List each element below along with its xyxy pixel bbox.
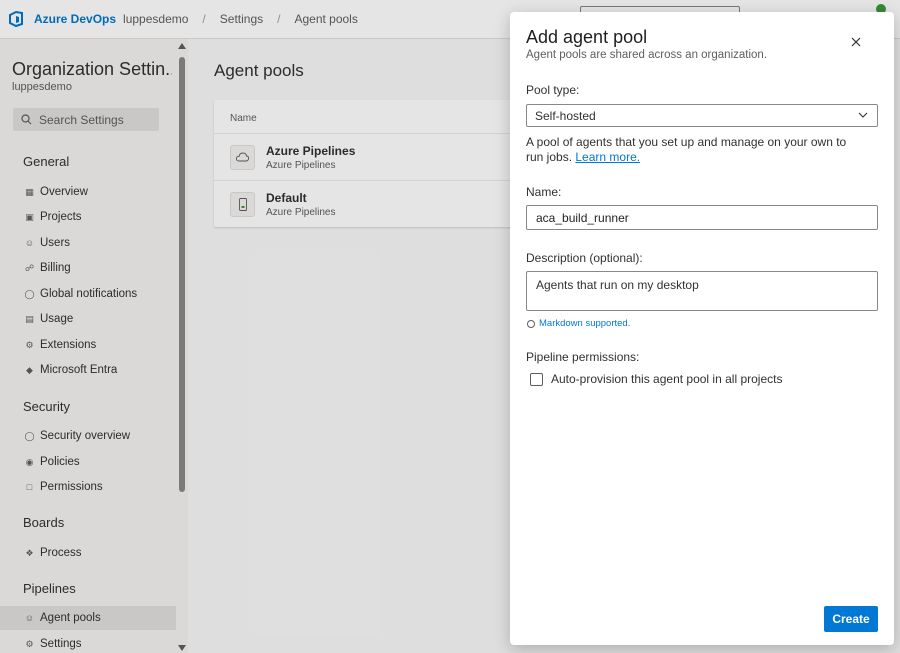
add-agent-pool-dialog: Add agent pool Agent pools are shared ac… — [510, 12, 894, 645]
info-icon — [527, 319, 535, 328]
dialog-title: Add agent pool — [526, 27, 648, 47]
close-button[interactable] — [846, 32, 866, 52]
pool-type-value: Self-hosted — [535, 108, 596, 123]
name-field[interactable]: aca_build_runner — [526, 205, 878, 230]
close-icon — [851, 37, 861, 47]
auto-provision-checkbox[interactable] — [530, 372, 543, 386]
create-button[interactable]: Create — [824, 606, 878, 632]
markdown-note: Markdown supported. — [527, 318, 630, 329]
markdown-supported-link[interactable]: Markdown supported. — [539, 318, 630, 329]
pool-type-help: A pool of agents that you set up and man… — [526, 135, 866, 165]
name-label: Name: — [526, 185, 562, 199]
pipeline-permissions-label: Pipeline permissions: — [526, 350, 640, 364]
learn-more-link[interactable]: Learn more. — [575, 150, 640, 164]
description-label: Description (optional): — [526, 251, 643, 265]
auto-provision-row[interactable]: Auto-provision this agent pool in all pr… — [530, 372, 782, 386]
pool-type-label: Pool type: — [526, 83, 580, 97]
dialog-subtitle: Agent pools are shared across an organiz… — [526, 49, 768, 61]
pool-type-dropdown[interactable]: Self-hosted — [526, 104, 878, 127]
chevron-down-icon — [858, 112, 868, 118]
description-field[interactable]: Agents that run on my desktop — [526, 271, 878, 311]
auto-provision-label: Auto-provision this agent pool in all pr… — [551, 372, 783, 386]
